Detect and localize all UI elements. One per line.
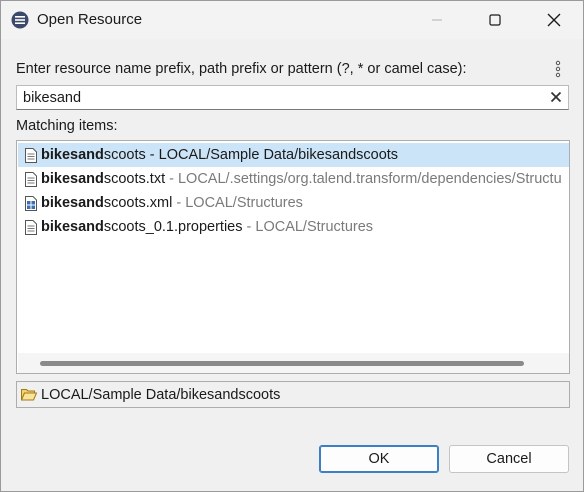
scrollbar-thumb[interactable] bbox=[40, 361, 524, 366]
item-path: - LOCAL/.settings/org.talend.transform/d… bbox=[165, 171, 562, 187]
item-match: bikesand bbox=[41, 171, 104, 187]
selected-path-status: LOCAL/Sample Data/bikesandscoots bbox=[16, 381, 570, 408]
folder-open-icon bbox=[21, 389, 37, 401]
item-name: scoots.xml bbox=[103, 195, 173, 211]
search-prompt-label: Enter resource name prefix, path prefix … bbox=[16, 61, 467, 77]
clear-icon[interactable] bbox=[550, 91, 562, 103]
text-file-icon bbox=[25, 148, 37, 163]
text-file-icon bbox=[25, 172, 37, 187]
title-bar[interactable]: Open Resource bbox=[1, 1, 583, 39]
close-icon bbox=[547, 13, 561, 27]
item-name: scoots_0.1.properties bbox=[103, 219, 243, 235]
minimize-icon bbox=[432, 19, 442, 21]
item-path: - LOCAL/Sample Data/bikesandscoots bbox=[145, 147, 399, 163]
status-path-text: LOCAL/Sample Data/bikesandscoots bbox=[41, 387, 281, 403]
list-item[interactable]: bikesandscoots_0.1.properties - LOCAL/St… bbox=[18, 215, 569, 239]
text-file-icon bbox=[25, 220, 37, 235]
open-resource-dialog: Open Resource Enter resource name prefix… bbox=[0, 0, 584, 492]
item-match: bikesand bbox=[41, 219, 104, 235]
item-path: - LOCAL/Structures bbox=[172, 195, 303, 211]
item-match: bikesand bbox=[41, 195, 104, 211]
matching-items-list[interactable]: bikesandscoots - LOCAL/Sample Data/bikes… bbox=[16, 140, 570, 374]
list-item[interactable]: bikesandscoots.xml - LOCAL/Structures bbox=[18, 191, 569, 215]
maximize-icon bbox=[489, 14, 501, 26]
horizontal-scrollbar[interactable] bbox=[18, 353, 569, 373]
maximize-button[interactable] bbox=[466, 1, 524, 39]
view-menu-icon[interactable] bbox=[553, 60, 563, 78]
window-title: Open Resource bbox=[37, 11, 143, 28]
cancel-button[interactable]: Cancel bbox=[449, 445, 569, 473]
item-name: scoots.txt bbox=[103, 171, 166, 187]
search-input[interactable] bbox=[23, 88, 543, 108]
list-item[interactable]: bikesandscoots.txt - LOCAL/.settings/org… bbox=[18, 167, 569, 191]
ok-button[interactable]: OK bbox=[319, 445, 439, 473]
minimize-button[interactable] bbox=[408, 1, 466, 39]
matching-items-label: Matching items: bbox=[16, 118, 118, 134]
item-name: scoots bbox=[103, 147, 146, 163]
search-field[interactable] bbox=[16, 85, 569, 110]
item-path: - LOCAL/Structures bbox=[242, 219, 374, 235]
close-button[interactable] bbox=[525, 1, 583, 39]
xml-file-icon bbox=[25, 196, 37, 211]
list-item[interactable]: bikesandscoots - LOCAL/Sample Data/bikes… bbox=[18, 143, 569, 167]
eclipse-app-icon bbox=[11, 11, 29, 29]
item-match: bikesand bbox=[41, 147, 104, 163]
